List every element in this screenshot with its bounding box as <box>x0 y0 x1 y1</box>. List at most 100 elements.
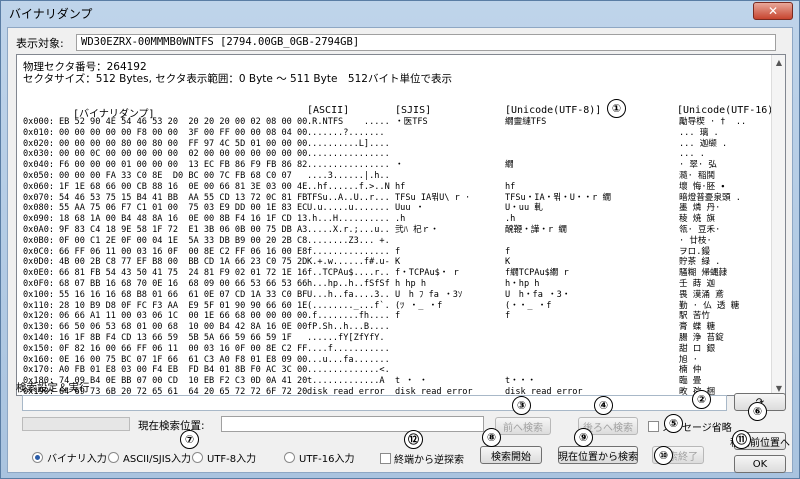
dump-cell-utf16: ... 迦缬 . <box>679 138 728 149</box>
dump-cell-off: 0x050: <box>23 170 55 181</box>
dump-row: 0x040: F6 00 00 00 01 00 00 00 13 EC FB 8… <box>23 160 783 171</box>
target-label: 表示対象: <box>16 36 64 50</box>
dump-cell-utf16: 臨 畳 <box>679 376 702 387</box>
dump-cell-off: 0x0E0: <box>23 268 55 279</box>
dump-cell-ascii: fP.Sh..h...B.... <box>307 322 390 333</box>
dump-cell-hex: 00 00 00 FA 33 C0 8E D0 BC 00 7C FB 68 C… <box>59 170 292 181</box>
header-ascii: [ASCII] <box>307 105 350 116</box>
dump-cell-off: 0x060: <box>23 181 55 192</box>
close-button[interactable]: ✕ <box>753 2 793 20</box>
dump-cell-ascii: ..............<. <box>307 365 390 376</box>
dump-cell-sjis: ・医TFS <box>395 117 428 127</box>
dump-cell-hex: 0E 16 00 75 BC 07 1F 66 61 C3 A0 F8 01 E… <box>59 354 308 365</box>
prev-search-button[interactable]: 前へ検索 <box>495 417 551 435</box>
dump-cell-utf16: 暗燈普憂泉頭 . <box>679 192 741 203</box>
search-from-current-button[interactable]: 現在位置から検索 <box>558 446 638 464</box>
radio-binary-input[interactable]: バイナリ入力 <box>32 450 107 465</box>
dump-cell-sjis: f <box>395 311 401 322</box>
ok-button[interactable]: OK <box>734 455 786 473</box>
dump-cell-sjis: Uuu ・ <box>395 203 425 214</box>
dump-cell-utf16: 畏 漠涌 鳶 <box>679 289 724 300</box>
dump-row: 0x080: 55 AA 75 06 F7 C1 01 00 75 03 E9 D… <box>23 203 783 214</box>
callout-10: ⑩ <box>654 446 673 465</box>
dump-cell-sjis: f・TCPAu$・ r <box>395 268 459 279</box>
radio-ascii-label: ASCII/SJIS入力 <box>123 454 192 465</box>
from-end-box[interactable] <box>380 453 391 464</box>
dump-cell-ascii: ...u...fa....... <box>307 354 390 365</box>
dump-row: 0x0B0: 0F 00 C1 2E 0F 00 04 1E 5A 33 DB B… <box>23 236 783 247</box>
message-omit-checkbox[interactable]: メッセージ省略 <box>648 419 732 434</box>
dump-row: 0x060: 1F 1E 68 66 00 CB 88 16 0E 00 66 8… <box>23 182 783 193</box>
dump-cell-hex: 9F 83 C4 18 9E 58 1F 72 E1 3B 06 0B 00 7… <box>59 224 308 235</box>
callout-9: ⑨ <box>574 428 593 447</box>
radio-utf16-input[interactable]: UTF-16入力 <box>284 450 355 465</box>
dump-cell-ascii: .R.NTFS ..... <box>307 117 390 127</box>
dump-cell-ascii: TFSu..A..U..r... <box>307 192 390 203</box>
dump-cell-ascii: ..........L].... <box>307 138 390 149</box>
dump-cell-hex: F6 00 00 00 01 00 00 00 13 EC FB 86 F9 F… <box>59 160 308 171</box>
dump-row: 0x110: 28 10 B9 D8 0F FC F3 AA E9 5F 01 9… <box>23 301 783 312</box>
dump-row: 0x020: 00 00 00 00 80 00 80 00 FF 97 4C 5… <box>23 139 783 150</box>
dump-cell-utf16: 瀡· 稲鬨 <box>679 170 716 181</box>
dump-panel[interactable]: 物理セクタ番号：264192 セクタサイズ：512 Bytes, セクタ表示範囲… <box>16 54 786 396</box>
dump-row: 0x0A0: 9F 83 C4 18 9E 58 1F 72 E1 3B 06 0… <box>23 225 783 236</box>
dump-cell-off: 0x0A0: <box>23 224 55 235</box>
dump-cell-ascii: h...hp..h..fSfSf <box>307 278 390 289</box>
radio-utf16-dot[interactable] <box>284 452 295 463</box>
dump-row: 0x180: 74 09 B4 0E BB 07 00 CD 10 EB F2 C… <box>23 376 783 387</box>
dump-cell-utf16: 騷糊 帰蝿隷 <box>679 268 728 279</box>
dump-cell-off: 0x130: <box>23 322 55 333</box>
dump-cell-off: 0x0B0: <box>23 235 55 246</box>
dump-cell-ascii: (........_...f`. <box>307 300 390 311</box>
callout-12: ⑫ <box>404 430 423 449</box>
dump-cell-utf8: .h <box>505 214 516 225</box>
callout-8: ⑧ <box>482 428 501 447</box>
dump-row: 0x120: 06 66 A1 11 00 03 06 1C 00 1E 66 6… <box>23 311 783 322</box>
dump-cell-hex: 0F 00 C1 2E 0F 00 04 1E 5A 33 DB B9 00 2… <box>59 235 308 246</box>
radio-ascii-dot[interactable] <box>108 452 119 463</box>
radio-utf8-input[interactable]: UTF-8入力 <box>192 450 256 465</box>
dump-row: 0x140: 16 1F 8B F4 CD 13 66 59 5B 5A 66 5… <box>23 333 783 344</box>
radio-binary-dot[interactable] <box>32 452 43 463</box>
dump-row: 0x170: A0 FB 01 E8 03 00 F4 EB FD B4 01 8… <box>23 365 783 376</box>
dump-cell-utf8: 繝 <box>505 160 514 171</box>
callout-3: ③ <box>512 396 531 415</box>
message-omit-box[interactable] <box>648 421 659 432</box>
dump-cell-utf16: 駅 苦竹 <box>679 311 710 322</box>
header-sjis: [SJIS] <box>395 105 432 116</box>
dump-cell-hex: 00 00 00 00 00 F8 00 00 3F 00 FF 00 00 0… <box>59 127 308 138</box>
dump-cell-ascii: U.u.....u....... <box>307 203 390 214</box>
dump-row: 0x0E0: 66 81 FB 54 43 50 41 75 24 81 F9 0… <box>23 268 783 279</box>
dump-row: 0x0F0: 68 07 BB 16 68 70 0E 16 68 09 00 6… <box>23 279 783 290</box>
dump-cell-utf8: f <box>505 311 511 322</box>
dump-cell-hex: 68 07 BB 16 68 70 0E 16 68 09 00 66 53 6… <box>59 278 308 289</box>
dump-cell-off: 0x080: <box>23 203 55 214</box>
dump-cell-off: 0x070: <box>23 192 55 203</box>
dump-cell-off: 0x090: <box>23 214 55 225</box>
start-search-button[interactable]: 検索開始 <box>480 446 542 464</box>
search-input[interactable] <box>22 395 727 411</box>
scroll-up-icon[interactable]: ▲ <box>772 55 785 69</box>
dump-cell-off: 0x0F0: <box>23 278 55 289</box>
dump-cell-hex: 74 09 B4 0E BB 07 00 CD 10 EB F2 C3 0D 0… <box>59 376 308 387</box>
radio-ascii-input[interactable]: ASCII/SJIS入力 <box>108 450 191 465</box>
radio-utf8-dot[interactable] <box>192 452 203 463</box>
dump-row: 0x000: EB 52 90 4E 54 46 53 20 20 20 20 0… <box>23 117 783 128</box>
header-utf8: [Unicode(UTF-8)] <box>505 105 602 116</box>
dump-cell-sjis: U h ﾌ fa ・3ｿ <box>395 289 463 300</box>
dump-cell-ascii: U...h..fa....3.. <box>307 289 390 300</box>
title-bar: バイナリダンプ ✕ <box>1 1 799 25</box>
target-row: 表示対象: WD30EZRX-00MMMB0WNTFS [2794.00GB_0… <box>16 34 776 51</box>
dump-cell-off: 0x040: <box>23 160 55 171</box>
dump-cell-hex: 55 AA 75 06 F7 C1 01 00 75 03 E9 DD 00 1… <box>59 203 308 214</box>
callout-1: ① <box>607 99 626 118</box>
dump-cell-ascii: f............... <box>307 246 390 257</box>
radio-binary-label: バイナリ入力 <box>47 454 107 465</box>
vertical-scrollbar[interactable]: ▲ ▼ <box>771 55 785 395</box>
dump-cell-utf16: 勵导楔 · † .. <box>679 117 747 127</box>
dump-cell-ascii: ......fY[ZfYfY. <box>307 332 385 343</box>
dump-cell-hex: 0F 82 16 00 66 FF 06 11 00 03 16 0F 00 8… <box>59 343 308 354</box>
dump-cell-ascii: .......?....... <box>307 127 385 138</box>
from-end-checkbox[interactable]: 終端から逆探索 <box>380 451 464 466</box>
dump-cell-off: 0x150: <box>23 343 55 354</box>
